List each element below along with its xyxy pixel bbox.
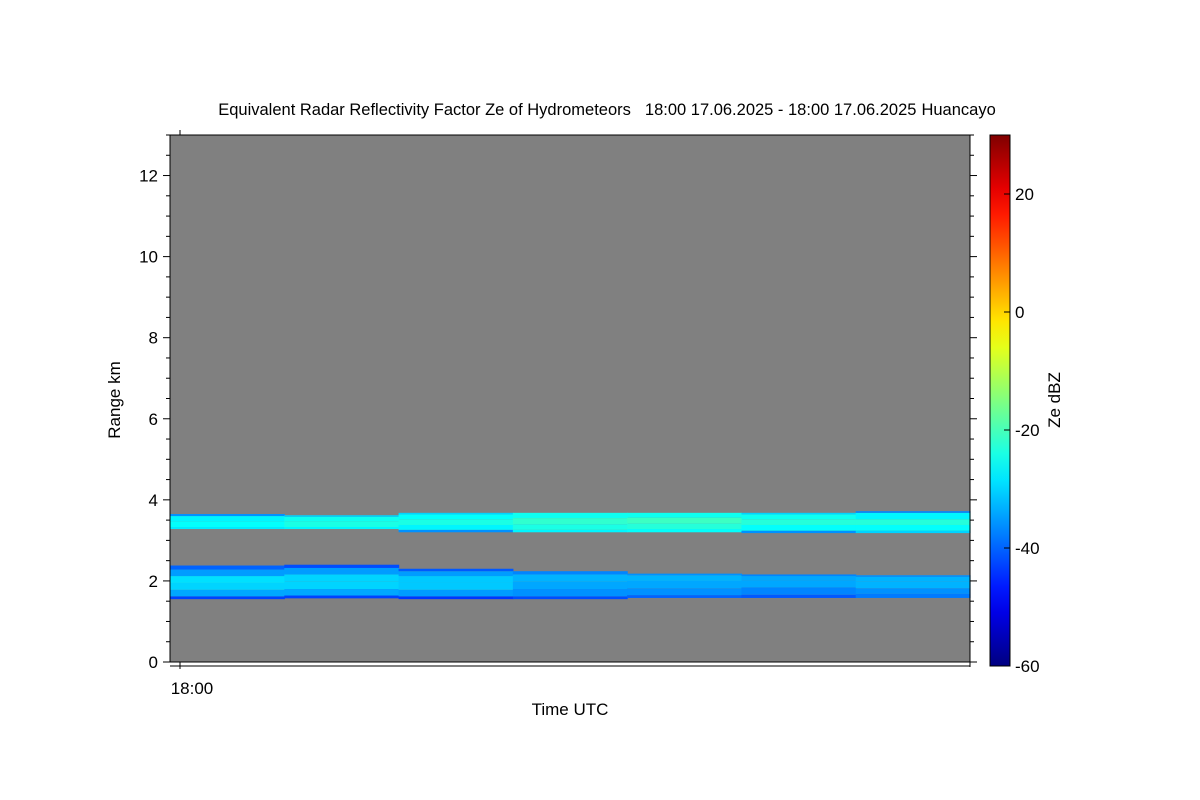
colorbar-label: Ze dBZ [1045, 372, 1064, 428]
reflectivity-cell-lower [855, 581, 971, 589]
title-time-range: 18:00 17.06.2025 - 18:00 17.06.2025 [645, 101, 917, 119]
reflectivity-cell-lower [512, 589, 628, 597]
reflectivity-cell-lower [627, 588, 743, 596]
reflectivity-cell-upper [741, 512, 857, 515]
reflectivity-cell-lower [855, 588, 971, 594]
reflectivity-cell-upper [170, 516, 285, 522]
reflectivity-cell-upper [512, 518, 628, 525]
reflectivity-cell-lower [741, 576, 857, 581]
reflectivity-cell-upper [284, 515, 400, 517]
colorbar-tick-label: -60 [1015, 657, 1040, 676]
reflectivity-cell-lower [284, 574, 400, 582]
reflectivity-cell-lower [284, 589, 400, 596]
reflectivity-cell-lower [398, 571, 514, 577]
reflectivity-cell-upper [855, 512, 971, 520]
reflectivity-cell-upper [170, 527, 285, 530]
reflectivity-cell-lower [398, 589, 514, 597]
reflectivity-cell-lower [855, 576, 971, 582]
reflectivity-cell-lower [170, 589, 285, 597]
reflectivity-cell-lower [741, 594, 857, 598]
reflectivity-cell-lower [855, 575, 971, 577]
reflectivity-cell-upper [512, 529, 628, 533]
reflectivity-cell-lower [512, 581, 628, 590]
reflectivity-cell-lower [627, 575, 743, 581]
reflectivity-cell-lower [284, 581, 400, 590]
reflectivity-cell-upper [741, 519, 857, 525]
reflectivity-cell-upper [284, 516, 400, 522]
y-tick-label: 4 [149, 491, 158, 510]
y-axis-label: Range km [105, 361, 124, 438]
reflectivity-cell-lower [741, 580, 857, 588]
reflectivity-cell-upper [398, 529, 514, 533]
colorbar-tick-label: -20 [1015, 421, 1040, 440]
reflectivity-cell-lower [398, 568, 514, 572]
title-text: Equivalent Radar Reflectivity Factor Ze … [218, 101, 631, 119]
reflectivity-cell-lower [741, 574, 857, 577]
colorbar-tick-label: 20 [1015, 185, 1034, 204]
reflectivity-cell-lower [512, 574, 628, 582]
reflectivity-cell-upper [512, 512, 628, 519]
reflectivity-cell-lower [170, 582, 285, 590]
reflectivity-cell-lower [512, 596, 628, 600]
reflectivity-cell-lower [855, 593, 971, 598]
reflectivity-cell-upper [627, 512, 743, 518]
reflectivity-cell-lower [512, 571, 628, 575]
reflectivity-cell-lower [170, 576, 285, 583]
reflectivity-cell-lower [170, 565, 285, 570]
reflectivity-cell-lower [398, 582, 514, 590]
reflectivity-cell-upper [398, 524, 514, 530]
y-tick-label: 10 [139, 248, 158, 267]
reflectivity-cell-lower [170, 569, 285, 577]
chart-title: Equivalent Radar Reflectivity Factor Ze … [218, 101, 996, 119]
title-location: Huancayo [921, 101, 995, 119]
reflectivity-cell-upper [855, 530, 971, 534]
colorbar-tick-label: 0 [1015, 303, 1024, 322]
y-tick-label: 6 [149, 410, 158, 429]
reflectivity-cell-upper [741, 530, 857, 534]
reflectivity-cell-lower [170, 596, 285, 600]
reflectivity-cell-lower [627, 573, 743, 576]
reflectivity-cell-lower [627, 595, 743, 598]
reflectivity-cell-upper [741, 524, 857, 531]
reflectivity-cell-upper [627, 529, 743, 533]
y-tick-label: 12 [139, 167, 158, 186]
colorbar-fill [990, 135, 1010, 666]
colorbar: -60 -40 -20 0 20 Ze dBZ [989, 134, 1064, 676]
x-axis-label: Time UTC [532, 700, 609, 719]
reflectivity-cell-upper [170, 521, 285, 528]
reflectivity-cell-upper [627, 523, 743, 530]
reflectivity-cell-lower [741, 587, 857, 595]
reflectivity-cell-lower [398, 596, 514, 600]
reflectivity-cell-lower [284, 564, 400, 568]
reflectivity-cell-upper [512, 524, 628, 530]
reflectivity-cell-lower [627, 580, 743, 589]
y-tick-label: 8 [149, 329, 158, 348]
y-tick-label: 0 [149, 653, 158, 672]
radar-reflectivity-figure: Equivalent Radar Reflectivity Factor Ze … [105, 101, 1064, 719]
reflectivity-cell-upper [855, 519, 971, 525]
reflectivity-cell-lower [284, 595, 400, 599]
x-tick-label: 18:00 [171, 679, 214, 698]
reflectivity-cell-upper [284, 521, 400, 528]
reflectivity-cell-upper [398, 514, 514, 520]
reflectivity-cell-upper [398, 519, 514, 525]
reflectivity-cell-lower [398, 576, 514, 583]
reflectivity-cell-upper [855, 511, 971, 513]
reflectivity-cell-upper [855, 524, 971, 531]
colorbar-tick-label: -40 [1015, 539, 1040, 558]
reflectivity-cell-upper [284, 527, 400, 530]
reflectivity-cell-upper [741, 514, 857, 520]
reflectivity-cell-upper [627, 517, 743, 524]
reflectivity-cell-upper [398, 512, 514, 515]
y-tick-label: 2 [149, 572, 158, 591]
plot-area: 0 2 4 6 8 10 12 18:00 [139, 130, 977, 698]
reflectivity-cell-lower [284, 567, 400, 575]
reflectivity-cell-upper [170, 514, 285, 517]
